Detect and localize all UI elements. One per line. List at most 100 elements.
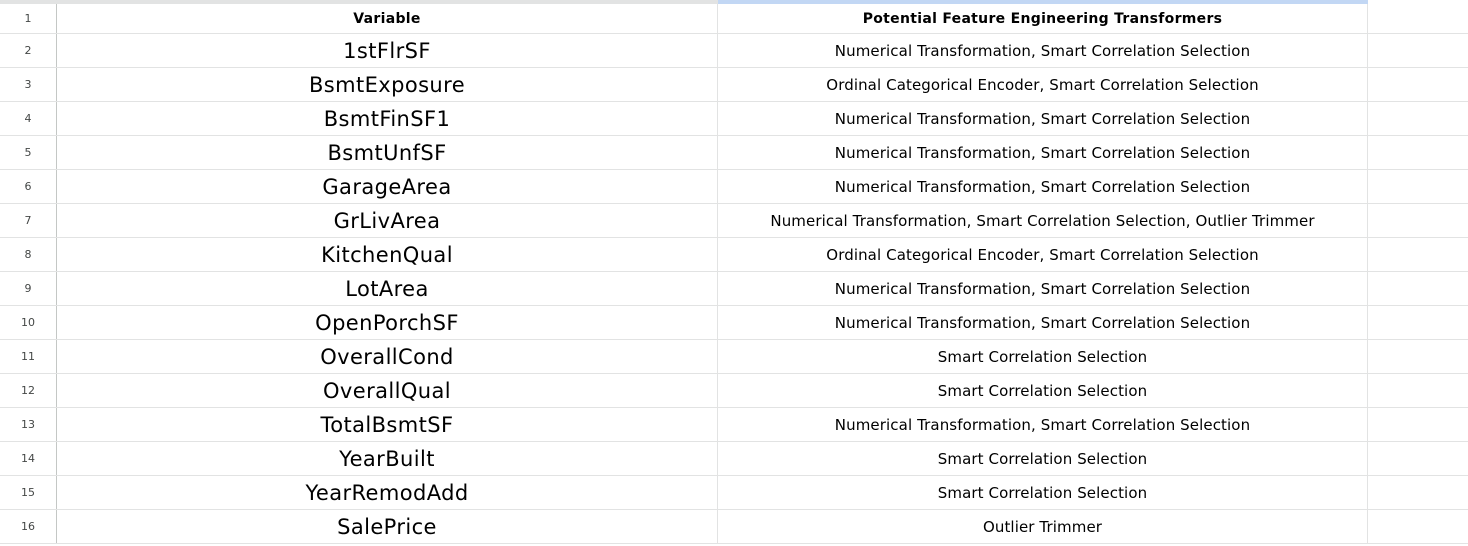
cell-variable[interactable]: GarageArea [57,170,718,203]
cell-transformers[interactable]: Smart Correlation Selection [718,374,1368,407]
cell-variable[interactable]: BsmtUnfSF [57,136,718,169]
cell-variable[interactable]: OverallQual [57,374,718,407]
row-number[interactable]: 8 [0,238,57,271]
variable-name: BsmtUnfSF [327,140,447,165]
table-row: 13 TotalBsmtSF Numerical Transformation, S… [0,408,1468,442]
transformers-text: Outlier Trimmer [982,517,1103,536]
variable-name: BsmtFinSF1 [323,106,451,131]
header-variable-label: Variable [353,10,421,27]
variable-name: BsmtExposure [308,72,466,97]
row-number[interactable]: 15 [0,476,57,509]
cell-variable[interactable]: LotArea [57,272,718,305]
table-row: 4 BsmtFinSF1 Numerical Transformation, Sma… [0,102,1468,136]
cell-transformers[interactable]: Numerical Transformation, Smart Correlat… [718,102,1368,135]
transformers-text: Numerical Transformation, Smart Correlat… [834,313,1251,332]
transformers-text: Numerical Transformation, Smart Correlat… [834,177,1251,196]
variable-name: KitchenQual [321,242,453,267]
variable-name: OverallCond [320,344,454,369]
cell-transformers[interactable]: Numerical Transformation, Smart Correlat… [718,408,1368,441]
cell-transformers[interactable]: Numerical Transformation, Smart Correlat… [718,306,1368,339]
transformers-text: Numerical Transformation, Smart Correlat… [834,279,1251,298]
header-cell-transformers[interactable]: Potential Feature Engineering Transforme… [718,4,1368,33]
row-number[interactable]: 1 [0,4,57,33]
table-row: 8 KitchenQual Ordinal Categorical Encoder,… [0,238,1468,272]
empty-cell[interactable] [1368,374,1468,407]
row-number[interactable]: 14 [0,442,57,475]
cell-variable[interactable]: OpenPorchSF [57,306,718,339]
variable-name: GarageArea [322,174,452,199]
row-number[interactable]: 12 [0,374,57,407]
cell-variable[interactable]: TotalBsmtSF [57,408,718,441]
cell-transformers[interactable]: Ordinal Categorical Encoder, Smart Corre… [718,238,1368,271]
cell-transformers[interactable]: Numerical Transformation, Smart Correlat… [718,204,1368,237]
empty-cell[interactable] [1368,68,1468,101]
cell-transformers[interactable]: Smart Correlation Selection [718,442,1368,475]
variable-name: YearRemodAdd [305,480,469,505]
cell-variable[interactable]: YearBuilt [57,442,718,475]
variable-name: SalePrice [337,514,437,539]
variable-name: TotalBsmtSF [320,412,454,437]
table-row: 11 OverallCond Smart Correlation Selection [0,340,1468,374]
empty-cell[interactable] [1368,136,1468,169]
cell-variable[interactable]: OverallCond [57,340,718,373]
empty-cell[interactable] [1368,204,1468,237]
cell-variable[interactable]: KitchenQual [57,238,718,271]
cell-variable[interactable]: SalePrice [57,510,718,543]
empty-cell[interactable] [1368,272,1468,305]
table-row: 16 SalePrice Outlier Trimmer [0,510,1468,544]
row-number[interactable]: 3 [0,68,57,101]
empty-cell[interactable] [1368,238,1468,271]
transformers-text: Numerical Transformation, Smart Correlat… [834,143,1251,162]
empty-cell[interactable] [1368,34,1468,67]
transformers-text: Smart Correlation Selection [937,347,1148,366]
row-number[interactable]: 2 [0,34,57,67]
table-row: 2 1stFlrSF Numerical Transformation, Smart… [0,34,1468,68]
cell-transformers[interactable]: Outlier Trimmer [718,510,1368,543]
cell-transformers[interactable]: Numerical Transformation, Smart Correlat… [718,272,1368,305]
table-row: 7 GrLivArea Numerical Transformation, Smar… [0,204,1468,238]
cell-transformers[interactable]: Numerical Transformation, Smart Correlat… [718,170,1368,203]
table-row: 5 BsmtUnfSF Numerical Transformation, Smar… [0,136,1468,170]
cell-variable[interactable]: 1stFlrSF [57,34,718,67]
empty-cell[interactable] [1368,4,1468,33]
cell-variable[interactable]: BsmtFinSF1 [57,102,718,135]
transformers-text: Ordinal Categorical Encoder, Smart Corre… [826,75,1259,94]
header-transformers-label: Potential Feature Engineering Transforme… [862,10,1223,27]
table-row: 15 YearRemodAdd Smart Correlation Selectio… [0,476,1468,510]
empty-cell[interactable] [1368,442,1468,475]
cell-variable[interactable]: GrLivArea [57,204,718,237]
empty-cell[interactable] [1368,170,1468,203]
empty-cell[interactable] [1368,102,1468,135]
transformers-text: Smart Correlation Selection [937,449,1148,468]
empty-cell[interactable] [1368,340,1468,373]
empty-cell[interactable] [1368,306,1468,339]
empty-cell[interactable] [1368,510,1468,543]
transformers-text: Numerical Transformation, Smart Correlat… [770,211,1315,230]
row-number[interactable]: 9 [0,272,57,305]
row-number[interactable]: 5 [0,136,57,169]
empty-cell[interactable] [1368,476,1468,509]
transformers-text: Numerical Transformation, Smart Correlat… [834,415,1251,434]
table-row: 12 OverallQual Smart Correlation Selection [0,374,1468,408]
transformers-text: Numerical Transformation, Smart Correlat… [834,41,1251,60]
row-number[interactable]: 4 [0,102,57,135]
table-row: 14 YearBuilt Smart Correlation Selection [0,442,1468,476]
row-number[interactable]: 6 [0,170,57,203]
row-number[interactable]: 10 [0,306,57,339]
empty-cell[interactable] [1368,408,1468,441]
header-cell-variable[interactable]: Variable [57,4,718,33]
row-number[interactable]: 11 [0,340,57,373]
spreadsheet-grid: 1 Variable Potential Feature Engineering… [0,0,1468,546]
cell-transformers[interactable]: Numerical Transformation, Smart Correlat… [718,136,1368,169]
variable-name: 1stFlrSF [343,38,431,63]
cell-transformers[interactable]: Smart Correlation Selection [718,340,1368,373]
cell-transformers[interactable]: Numerical Transformation, Smart Correlat… [718,34,1368,67]
cell-transformers[interactable]: Ordinal Categorical Encoder, Smart Corre… [718,68,1368,101]
cell-variable[interactable]: BsmtExposure [57,68,718,101]
row-number[interactable]: 7 [0,204,57,237]
row-number[interactable]: 13 [0,408,57,441]
cell-transformers[interactable]: Smart Correlation Selection [718,476,1368,509]
variable-name: OpenPorchSF [315,310,459,335]
row-number[interactable]: 16 [0,510,57,543]
cell-variable[interactable]: YearRemodAdd [57,476,718,509]
